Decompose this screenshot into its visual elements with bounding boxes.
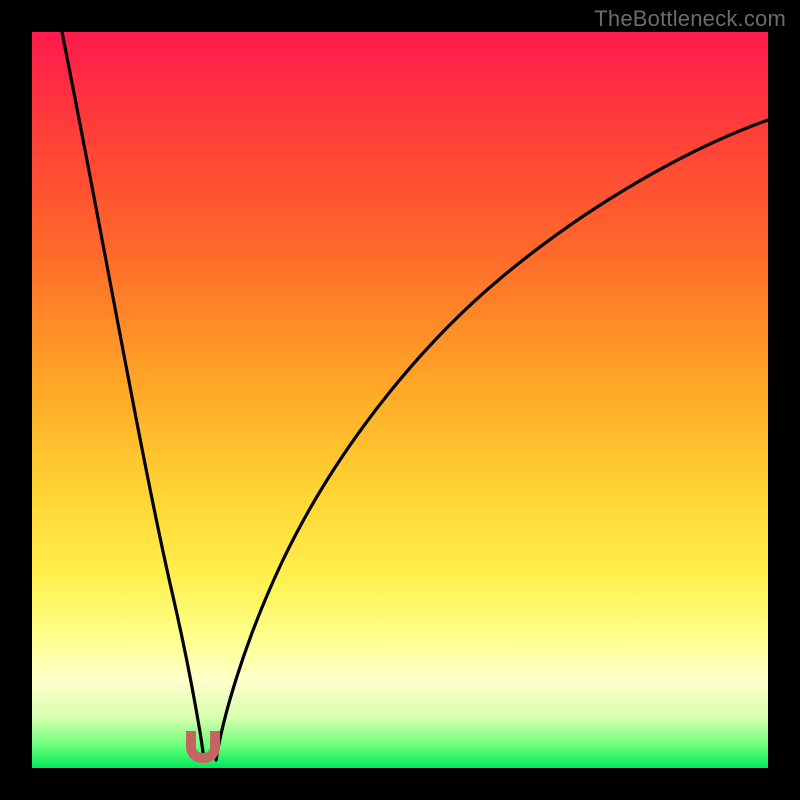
valley-marker (186, 731, 220, 763)
left-curve (62, 32, 204, 760)
watermark-text: TheBottleneck.com (594, 6, 786, 32)
plot-area (32, 32, 768, 768)
curve-layer (32, 32, 768, 768)
right-curve (216, 120, 768, 760)
